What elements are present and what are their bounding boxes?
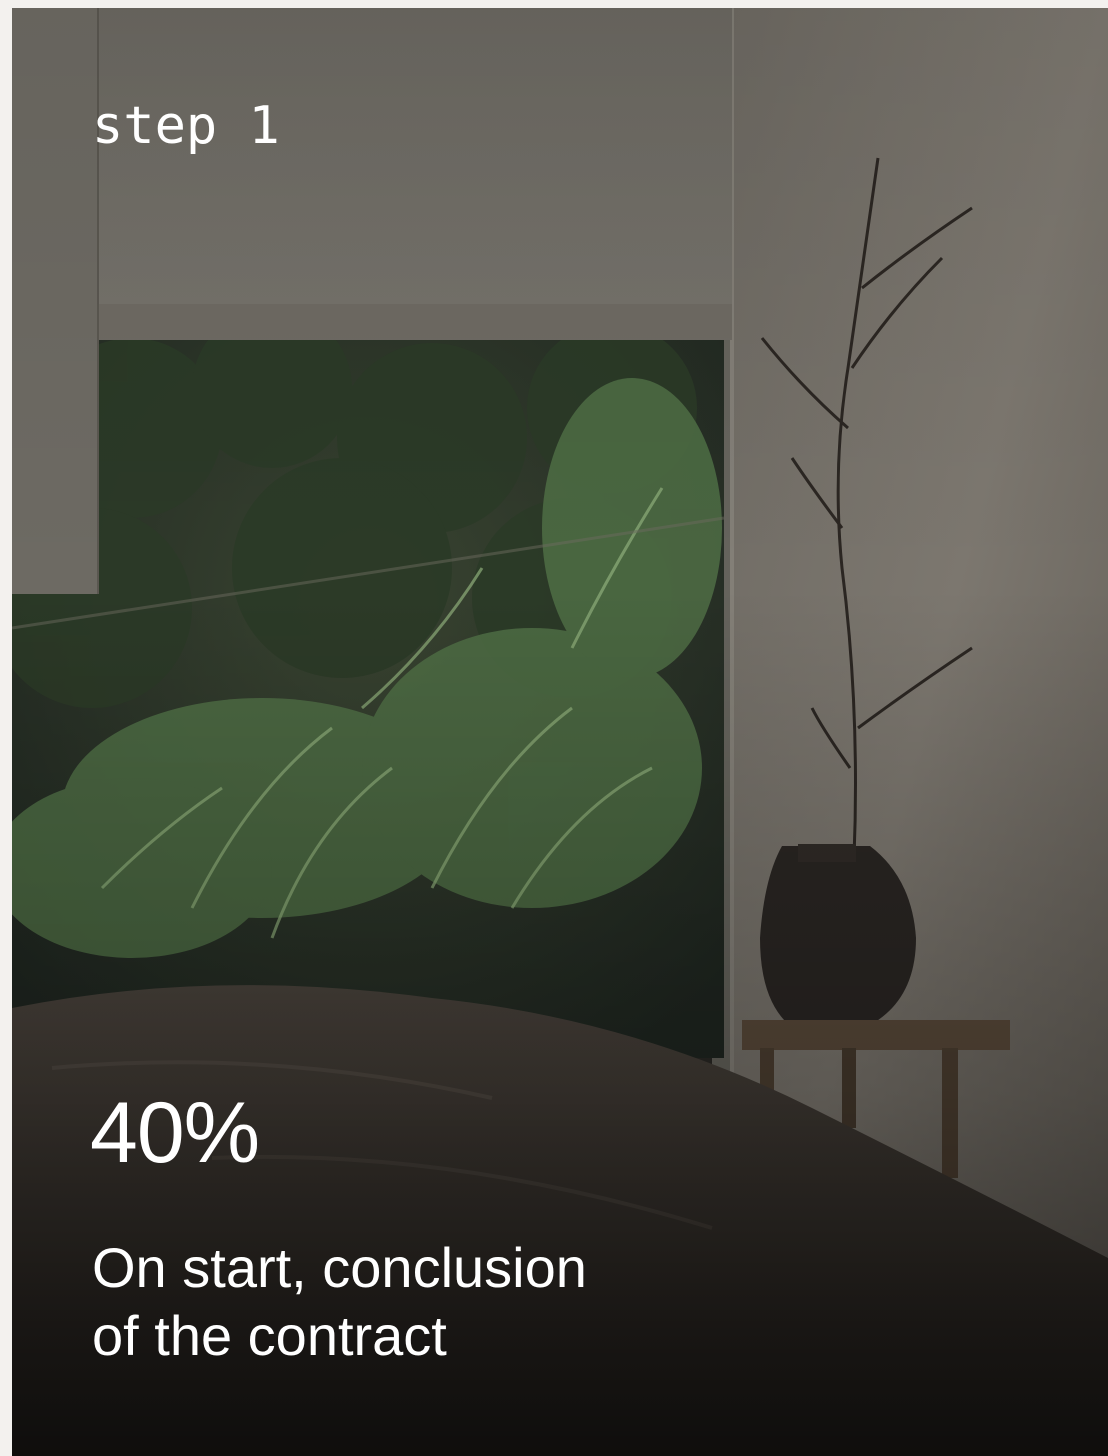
- step-label: step 1: [92, 96, 280, 156]
- step-card: step 1 40% On start, conclusion of the c…: [12, 8, 1108, 1456]
- description-line: On start, conclusion: [92, 1236, 587, 1299]
- description-line: of the contract: [92, 1304, 447, 1367]
- payment-percentage: 40%: [90, 1085, 260, 1181]
- payment-description: On start, conclusion of the contract: [92, 1234, 792, 1370]
